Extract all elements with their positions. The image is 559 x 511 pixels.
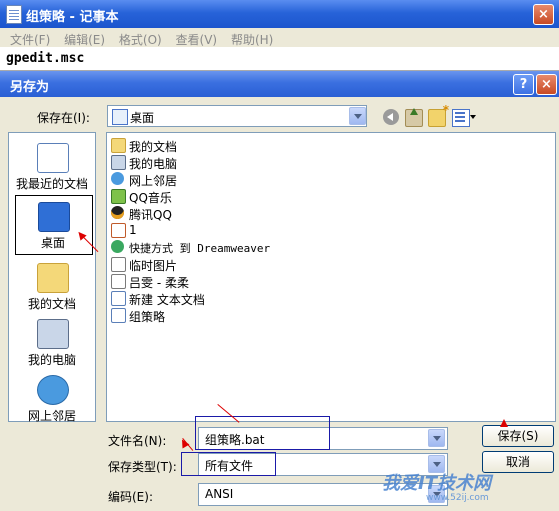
- watermark-url: www.52ij.com: [426, 493, 489, 503]
- save-as-title-bar: 另存为 ? ×: [0, 71, 559, 97]
- shortcut-icon: [111, 240, 124, 253]
- filetype-label: 保存类型(T):: [108, 460, 177, 474]
- desktop-icon: [112, 109, 128, 125]
- place-desktop[interactable]: 桌面: [15, 195, 93, 255]
- notepad-menu-bar: 文件(F) 编辑(E) 格式(O) 查看(V) 帮助(H): [0, 28, 559, 47]
- file-icon: [111, 223, 126, 238]
- filename-label: 文件名(N):: [108, 434, 167, 448]
- my-computer-icon: [111, 155, 126, 170]
- my-documents-icon: [111, 138, 126, 153]
- help-button[interactable]: ?: [513, 74, 534, 95]
- menu-format[interactable]: 格式(O): [119, 31, 162, 48]
- notepad-icon: [6, 5, 22, 24]
- dialog-close-button[interactable]: ×: [536, 74, 557, 95]
- annotation-filename-box: [195, 416, 330, 450]
- qq-icon: [111, 206, 124, 219]
- dialog-title: 另存为: [10, 80, 50, 95]
- encoding-value: ANSI: [205, 487, 234, 501]
- place-network-label: 网上邻居: [27, 409, 76, 423]
- views-menu-icon[interactable]: [452, 109, 470, 127]
- file-icon: [111, 274, 126, 289]
- watermark-text: 我爱IT技术网: [382, 473, 491, 494]
- annotation-arrow-head: [500, 419, 508, 427]
- menu-view[interactable]: 查看(V): [176, 31, 218, 48]
- save-in-label: 保存在(I):: [37, 111, 90, 125]
- place-my-documents-label: 我的文档: [27, 297, 76, 311]
- menu-edit[interactable]: 编辑(E): [64, 31, 105, 48]
- file-list[interactable]: 我的文档 我的电脑 网上邻居 QQ音乐 腾讯QQ 1 快捷方式 到 Dreamw…: [106, 132, 556, 422]
- new-folder-icon[interactable]: [428, 103, 449, 127]
- chevron-down-icon[interactable]: [349, 107, 366, 125]
- notepad-title-bar: 组策略 - 记事本 ×: [0, 0, 559, 28]
- place-recent-label: 我最近的文档: [15, 177, 88, 191]
- place-recent[interactable]: 我最近的文档: [9, 137, 95, 195]
- my-computer-icon: [37, 319, 69, 349]
- back-icon[interactable]: [383, 109, 399, 125]
- notepad-title: 组策略 - 记事本: [26, 10, 119, 25]
- desktop-icon: [38, 202, 70, 232]
- qq-music-icon: [111, 189, 126, 204]
- network-places-icon: [37, 375, 69, 405]
- recent-documents-icon: [37, 143, 69, 173]
- save-in-value: 桌面: [130, 111, 155, 125]
- annotation-filetype-box: [181, 452, 276, 476]
- up-folder-icon[interactable]: [405, 108, 423, 127]
- place-network[interactable]: 网上邻居: [9, 369, 95, 427]
- save-button[interactable]: 保存(S): [482, 425, 554, 447]
- save-in-combo[interactable]: 桌面: [107, 105, 367, 127]
- text-file-icon: [111, 291, 126, 306]
- place-my-documents[interactable]: 我的文档: [9, 257, 95, 315]
- encoding-label: 编码(E):: [108, 490, 153, 504]
- views-caret-icon[interactable]: [470, 115, 476, 119]
- notepad-close-icon[interactable]: ×: [533, 4, 554, 25]
- place-my-computer[interactable]: 我的电脑: [9, 313, 95, 371]
- text-file-icon: [111, 308, 126, 323]
- place-my-computer-label: 我的电脑: [27, 353, 76, 367]
- places-bar: 我最近的文档 桌面 我的文档 我的电脑 网上邻居: [8, 132, 96, 423]
- network-places-icon: [111, 172, 124, 185]
- file-icon: [111, 257, 126, 272]
- chevron-down-icon[interactable]: [428, 429, 445, 447]
- menu-help[interactable]: 帮助(H): [231, 31, 273, 48]
- menu-file[interactable]: 文件(F): [10, 31, 50, 48]
- watermark: 我爱IT技术网 www.52ij.com: [382, 463, 557, 509]
- my-documents-icon: [37, 263, 69, 293]
- notepad-text-area[interactable]: gpedit.msc: [0, 47, 559, 71]
